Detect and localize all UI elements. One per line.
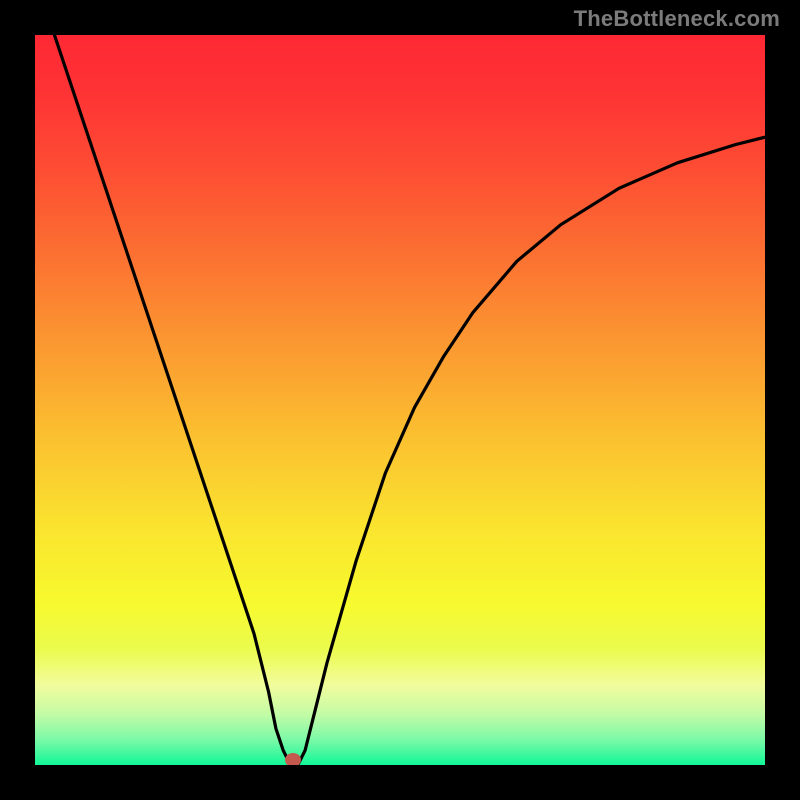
watermark-text: TheBottleneck.com: [574, 6, 780, 32]
optimal-point-marker: [285, 753, 301, 765]
outer-frame: TheBottleneck.com: [0, 0, 800, 800]
plot-area: [35, 35, 765, 765]
bottleneck-curve: [35, 35, 765, 765]
